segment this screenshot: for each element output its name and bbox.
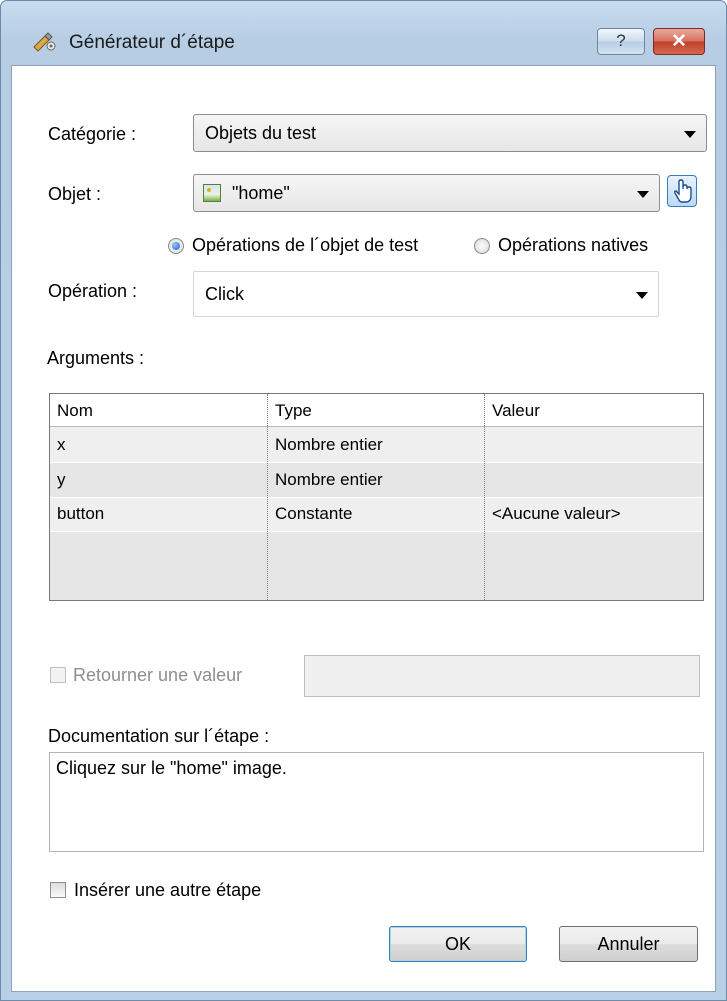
help-icon: ? — [616, 31, 626, 50]
operation-dropdown[interactable]: Click — [193, 271, 659, 317]
object-value: "home" — [232, 183, 290, 203]
category-value: Objets du test — [205, 123, 317, 143]
column-header-name[interactable]: Nom — [57, 401, 93, 421]
row-divider — [50, 497, 703, 498]
title-bar[interactable]: Générateur d´étape ? ✕ — [1, 1, 726, 61]
cell-type[interactable]: Constante — [275, 504, 353, 524]
cell-name[interactable]: y — [57, 470, 66, 490]
cell-type[interactable]: Nombre entier — [275, 435, 383, 455]
chevron-down-icon — [637, 191, 649, 198]
row-divider — [50, 462, 703, 463]
dialog-window: Générateur d´étape ? ✕ Catégorie : Objet… — [0, 0, 727, 1001]
cell-name[interactable]: button — [57, 504, 104, 524]
insert-another-step-label[interactable]: Insérer une autre étape — [74, 880, 261, 901]
help-button[interactable]: ? — [597, 28, 645, 55]
close-icon: ✕ — [671, 31, 687, 52]
chevron-down-icon — [636, 292, 648, 299]
documentation-label: Documentation sur l´étape : — [48, 726, 270, 746]
operation-value: Click — [205, 284, 244, 304]
close-button[interactable]: ✕ — [653, 28, 705, 55]
documentation-textarea[interactable]: Cliquez sur le "home" image. — [49, 752, 704, 852]
pointing-hand-icon — [673, 179, 692, 203]
radio-test-object-operations-label[interactable]: Opérations de l´objet de test — [192, 235, 418, 256]
object-dropdown[interactable]: "home" — [193, 174, 660, 212]
column-divider — [484, 394, 485, 600]
return-value-label: Retourner une valeur — [73, 665, 243, 685]
column-header-type[interactable]: Type — [275, 401, 312, 421]
row-divider — [50, 531, 703, 532]
cell-type[interactable]: Nombre entier — [275, 470, 383, 490]
dialog-body: Catégorie : Objets du test Objet : "home… — [11, 65, 716, 992]
insert-another-step-checkbox[interactable] — [50, 882, 66, 898]
radio-native-operations[interactable] — [474, 238, 490, 254]
table-header — [50, 394, 703, 427]
radio-test-object-operations[interactable] — [168, 238, 184, 254]
cell-name[interactable]: x — [57, 435, 66, 455]
column-divider — [267, 394, 268, 600]
object-label: Objet : — [48, 184, 102, 204]
category-dropdown[interactable]: Objets du test — [193, 114, 707, 152]
documentation-text: Cliquez sur le "home" image. — [56, 758, 287, 778]
category-label: Catégorie : — [48, 124, 137, 144]
ok-button[interactable]: OK — [389, 926, 527, 962]
return-value-checkbox[interactable] — [50, 667, 66, 683]
cancel-button[interactable]: Annuler — [559, 926, 698, 962]
cell-value[interactable]: <Aucune valeur> — [492, 504, 621, 524]
operation-label: Opération : — [48, 281, 138, 301]
arguments-label: Arguments : — [47, 348, 145, 368]
column-header-value[interactable]: Valeur — [492, 401, 540, 421]
image-icon — [203, 184, 221, 202]
step-generator-icon — [33, 32, 56, 52]
arguments-table[interactable]: Nom Type Valeur x Nombre entier y Nombre… — [49, 393, 704, 601]
return-value-field[interactable] — [304, 655, 700, 697]
window-title: Générateur d´étape — [69, 32, 235, 53]
radio-native-operations-label[interactable]: Opérations natives — [498, 235, 648, 256]
chevron-down-icon — [684, 131, 696, 138]
object-picker-button[interactable] — [667, 175, 697, 207]
